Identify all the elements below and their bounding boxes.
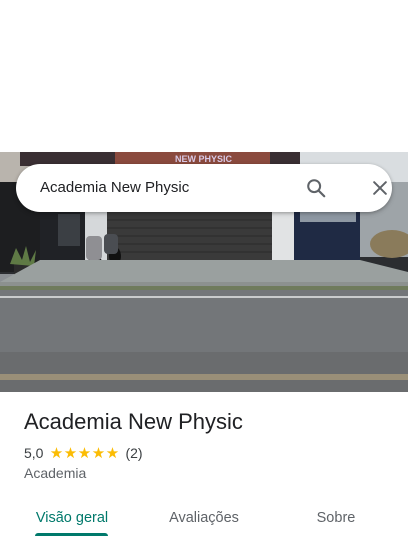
place-category[interactable]: Academia <box>24 465 86 481</box>
search-button[interactable] <box>302 174 330 202</box>
star-icon: ★ <box>77 444 92 462</box>
rating-stars: ★ ★ ★ ★ ★ <box>49 446 119 461</box>
storefront-sign-text: NEW PHYSIC <box>175 154 233 164</box>
tab-reviews[interactable]: Avaliações <box>154 496 254 540</box>
tab-about[interactable]: Sobre <box>296 496 376 540</box>
close-icon <box>373 181 387 195</box>
rating-value: 5,0 <box>24 445 44 461</box>
search-icon <box>307 179 326 198</box>
star-icon: ★ <box>91 444 106 462</box>
review-count[interactable]: (2) <box>125 445 142 461</box>
search-bar[interactable]: Academia New Physic <box>16 164 392 212</box>
star-icon: ★ <box>63 444 78 462</box>
star-icon: ★ <box>49 444 64 462</box>
blank-map-area <box>0 0 408 152</box>
active-tab-indicator <box>35 533 108 536</box>
rating-row[interactable]: 5,0 ★ ★ ★ ★ ★ (2) <box>24 444 143 462</box>
place-tabs: Visão geral Avaliações Sobre <box>0 496 408 544</box>
close-button[interactable] <box>366 174 394 202</box>
place-title: Academia New Physic <box>24 409 243 434</box>
place-info-panel: Academia New Physic 5,0 ★ ★ ★ ★ ★ (2) Ac… <box>0 392 408 544</box>
search-input[interactable]: Academia New Physic <box>40 164 189 212</box>
star-icon: ★ <box>105 444 120 462</box>
